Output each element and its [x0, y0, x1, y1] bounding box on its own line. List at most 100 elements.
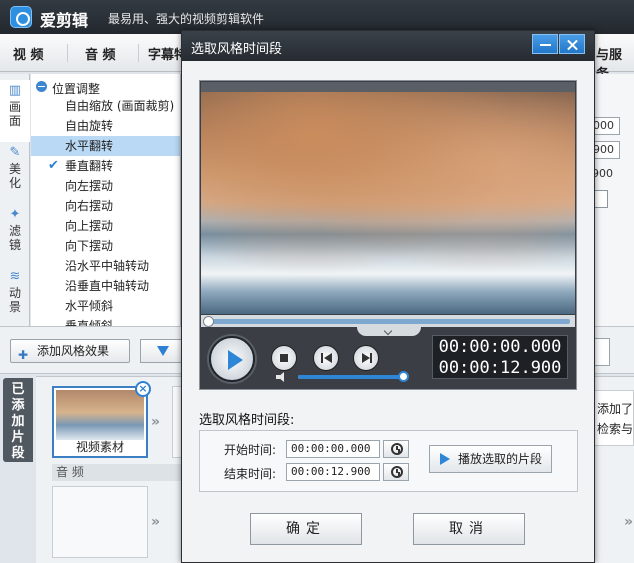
magic-wand-icon: ✚ [18, 348, 29, 362]
effect-item-label: 自由旋转 [65, 119, 114, 133]
time-display: 00:00:00.000 00:00:12.900 [432, 335, 568, 379]
ok-button[interactable]: 确定 [250, 513, 362, 545]
menu-separator [138, 44, 139, 62]
clip-thumbnail [56, 390, 144, 440]
add-effect-button[interactable]: ✚ 添加风格效果 [10, 339, 130, 363]
screen-icon: ▥ [8, 83, 22, 98]
next-frame-button[interactable] [353, 345, 379, 371]
tab-screen[interactable]: ▥ 画面 [0, 80, 30, 142]
effect-item[interactable]: 向上摆动 [31, 216, 180, 236]
effect-item[interactable]: 向左摆动 [31, 176, 180, 196]
pick-end-time-button[interactable] [383, 463, 409, 481]
volume-handle[interactable] [398, 371, 409, 382]
clock-icon [391, 443, 403, 455]
effect-item-label: 垂直翻转 [65, 159, 114, 173]
collapse-toggle-icon[interactable] [357, 327, 421, 336]
end-time-label: 结束时间: [224, 467, 277, 481]
effect-item-label: 沿水平中轴转动 [65, 259, 150, 273]
dialog-titlebar[interactable]: 选取风格时间段 [182, 31, 594, 61]
toolbar-field[interactable] [594, 338, 610, 366]
time-range-dialog: 选取风格时间段 00:00:00.000 00:00:12.900 选取风格时间… [181, 30, 595, 563]
tab-beautify-label: 美化 [8, 162, 21, 190]
app-logo-icon [10, 6, 32, 28]
play-selection-label: 播放选取的片段 [458, 452, 543, 466]
tab-motion-label: 动景 [8, 286, 21, 314]
setting-value: 900 [592, 167, 613, 180]
video-header-strip [201, 82, 575, 92]
pick-start-time-button[interactable] [383, 440, 409, 458]
app-titlebar: 爱剪辑 最易用、强大的视频剪辑软件 [0, 0, 634, 34]
sparkle-icon: ✦ [9, 207, 21, 222]
current-time: 00:00:00.000 [438, 337, 562, 357]
checkmark-icon: ✔ [48, 158, 59, 173]
effect-item-label: 垂直倾斜 [65, 319, 114, 326]
cancel-button[interactable]: 取消 [413, 513, 525, 545]
tab-filter[interactable]: ✦ 滤镜 [0, 204, 30, 266]
effect-item[interactable]: 垂直倾斜 [31, 316, 180, 326]
seek-bar[interactable] [208, 319, 570, 324]
wave-icon: ≋ [9, 269, 21, 284]
effect-item-label: 向下摆动 [65, 239, 114, 253]
close-button[interactable] [559, 34, 585, 54]
effect-item[interactable]: 向下摆动 [31, 236, 180, 256]
effect-item[interactable]: 自由缩放 (画面裁剪) [31, 96, 180, 116]
effect-item[interactable]: ✔ 垂直翻转 [31, 156, 180, 176]
tab-filter-label: 滤镜 [8, 224, 21, 252]
effect-item[interactable]: 沿水平中轴转动 [31, 256, 180, 276]
chevron-right-icon: » [624, 514, 633, 530]
setting-box[interactable] [594, 190, 608, 208]
effect-list: 位置调整 自由缩放 (画面裁剪) 自由旋转水平翻转 ✔ 垂直翻转向左摆动向右摆动向上摆… [31, 74, 181, 326]
play-selection-button[interactable]: 播放选取的片段 [429, 445, 552, 473]
move-down-button[interactable] [140, 339, 182, 363]
effect-item[interactable]: 水平翻转 [31, 136, 180, 156]
dialog-title: 选取风格时间段 [191, 42, 283, 57]
effect-item[interactable]: 沿垂直中轴转动 [31, 276, 180, 296]
start-time-input[interactable]: 00:00:00.000 [286, 440, 380, 458]
info-panel: 添加了画 检索与完 [594, 390, 634, 446]
menu-audio[interactable]: 音 频 [85, 44, 116, 63]
added-clips-tab[interactable]: 已添加片段 [3, 378, 33, 462]
menu-video[interactable]: 视 频 [13, 44, 44, 63]
previous-frame-button[interactable] [313, 345, 339, 371]
tab-motion[interactable]: ≋ 动景 [0, 266, 30, 328]
minimize-button[interactable] [532, 34, 558, 54]
total-time: 00:00:12.900 [438, 358, 562, 378]
effect-group-header[interactable]: 位置调整 [31, 78, 180, 96]
play-button[interactable] [209, 336, 255, 382]
effect-item[interactable]: 自由旋转 [31, 116, 180, 136]
stop-button[interactable] [271, 345, 297, 371]
tab-beautify[interactable]: ✎ 美化 [0, 142, 30, 204]
tab-screen-label: 画面 [8, 100, 21, 128]
app-name: 爱剪辑 [40, 11, 89, 30]
app-slogan: 最易用、强大的视频剪辑软件 [108, 12, 265, 26]
clock-icon [391, 466, 403, 478]
video-player: 00:00:00.000 00:00:12.900 [199, 80, 577, 390]
video-preview[interactable] [201, 92, 575, 314]
effect-item-label: 水平倾斜 [65, 299, 114, 313]
seek-handle[interactable] [203, 316, 214, 327]
end-time-input[interactable]: 00:00:12.900 [286, 463, 380, 481]
start-time-label: 开始时间: [224, 443, 277, 457]
effect-item-label: 向上摆动 [65, 219, 114, 233]
audio-track-label: 音 频 [52, 464, 182, 481]
remove-clip-icon[interactable]: × [135, 381, 151, 397]
effect-item-label: 向左摆动 [65, 179, 114, 193]
speaker-icon[interactable] [276, 372, 290, 382]
collapse-icon[interactable] [36, 81, 47, 92]
play-icon [440, 453, 450, 465]
added-clips-tab-label: 已添加片段 [11, 382, 25, 461]
section-label: 选取风格时间段: [199, 413, 295, 428]
audio-slot[interactable] [52, 486, 148, 558]
add-effect-label: 添加风格效果 [37, 344, 110, 358]
effect-item-label: 水平翻转 [65, 139, 114, 153]
menu-separator [67, 44, 68, 62]
effect-item[interactable]: 水平倾斜 [31, 296, 180, 316]
wand-icon: ✎ [9, 145, 21, 160]
info-line: 添加了画 [597, 402, 634, 416]
effect-item-label: 沿垂直中轴转动 [65, 279, 150, 293]
effect-item-label: 向右摆动 [65, 199, 114, 213]
effect-category-tabs: ▥ 画面 ✎ 美化 ✦ 滤镜 ≋ 动景 [0, 74, 30, 326]
effect-item[interactable]: 向右摆动 [31, 196, 180, 216]
clip-card[interactable]: 视频素材 [52, 386, 148, 458]
clip-label: 视频素材 [75, 440, 124, 454]
